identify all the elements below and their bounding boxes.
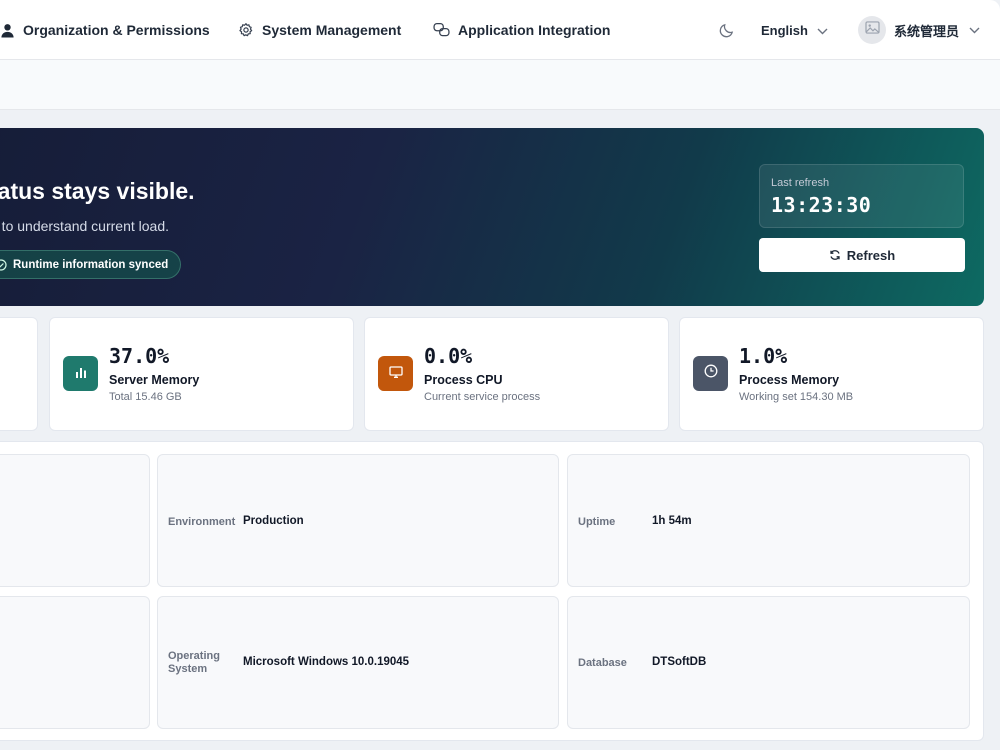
metric-title: Process CPU bbox=[424, 373, 503, 387]
metric-card-process-memory: 1.0% Process Memory Working set 154.30 M… bbox=[679, 317, 984, 431]
refresh-button[interactable]: Refresh bbox=[759, 238, 965, 272]
info-cell bbox=[0, 596, 150, 729]
language-label: English bbox=[761, 22, 808, 38]
info-value: Production bbox=[243, 515, 304, 527]
metric-tile bbox=[378, 356, 413, 391]
info-cell-environment: Environment Production bbox=[157, 454, 559, 587]
info-label: Operating System bbox=[168, 650, 220, 675]
refresh-icon bbox=[829, 249, 841, 261]
metric-card-process-cpu: 0.0% Process CPU Current service process bbox=[364, 317, 669, 431]
nav-item-label: Organization & Permissions bbox=[23, 22, 210, 38]
last-refresh-panel: Last refresh 13:23:30 bbox=[759, 164, 964, 228]
info-value: 1h 54m bbox=[652, 515, 692, 527]
nav-item-label: System Management bbox=[262, 22, 402, 38]
sync-status-badge: Runtime information synced bbox=[0, 250, 182, 279]
metric-title: Server Memory bbox=[109, 373, 200, 387]
refresh-label: Refresh bbox=[846, 247, 896, 263]
chevron-down-icon bbox=[969, 21, 980, 39]
clock-icon bbox=[704, 364, 718, 383]
user-icon bbox=[0, 23, 15, 38]
language-selector[interactable]: English bbox=[761, 0, 828, 60]
user-menu[interactable]: 系统管理员 bbox=[858, 0, 980, 60]
bar-chart-icon bbox=[75, 365, 87, 383]
info-cell-operating-system: Operating System Microsoft Windows 10.0.… bbox=[157, 596, 559, 729]
hero-subtitle: e to understand current load. bbox=[0, 218, 170, 234]
check-circle-icon bbox=[0, 258, 7, 271]
hero-banner: tatus stays visible. e to understand cur… bbox=[0, 128, 984, 306]
moon-icon bbox=[718, 23, 735, 43]
last-refresh-time: 13:23:30 bbox=[771, 193, 872, 217]
metric-value: 1.0% bbox=[739, 344, 788, 368]
chevron-down-icon bbox=[817, 23, 828, 38]
image-placeholder-icon bbox=[864, 21, 880, 39]
nav-item-organization-permissions[interactable]: Organization & Permissions bbox=[0, 0, 210, 60]
metric-description: Current service process bbox=[424, 391, 541, 403]
info-value: DTSoftDB bbox=[652, 656, 707, 668]
theme-toggle[interactable] bbox=[718, 22, 735, 44]
info-label: Environment bbox=[168, 516, 236, 528]
metric-tile bbox=[63, 356, 98, 391]
link-icon bbox=[433, 22, 450, 38]
nav-item-system-management[interactable]: System Management bbox=[238, 0, 401, 60]
metric-description: Total 15.46 GB bbox=[109, 391, 182, 403]
top-navigation: Organization & Permissions System Manage… bbox=[0, 0, 1000, 60]
gear-icon bbox=[238, 22, 254, 38]
metric-card bbox=[0, 317, 38, 431]
last-refresh-label: Last refresh bbox=[771, 177, 830, 189]
info-label: Database bbox=[578, 657, 627, 669]
user-name: 系统管理员 bbox=[894, 23, 960, 39]
avatar bbox=[858, 16, 886, 44]
monitor-icon bbox=[388, 365, 403, 383]
metric-card-server-memory: 37.0% Server Memory Total 15.46 GB bbox=[49, 317, 354, 431]
info-cell-database: Database DTSoftDB bbox=[567, 596, 970, 729]
info-value: Microsoft Windows 10.0.19045 bbox=[243, 656, 410, 668]
metric-value: 37.0% bbox=[109, 344, 170, 368]
info-cell bbox=[0, 454, 150, 587]
info-cell-uptime: Uptime 1h 54m bbox=[567, 454, 970, 587]
metric-value: 0.0% bbox=[424, 344, 473, 368]
info-label: Uptime bbox=[578, 516, 616, 528]
hero-title: tatus stays visible. bbox=[0, 178, 195, 204]
nav-item-label: Application Integration bbox=[458, 22, 611, 38]
metric-title: Process Memory bbox=[739, 373, 840, 387]
metric-tile bbox=[693, 356, 728, 391]
nav-item-application-integration[interactable]: Application Integration bbox=[433, 0, 610, 60]
metric-description: Working set 154.30 MB bbox=[739, 391, 854, 403]
sub-header-bar bbox=[0, 60, 1000, 110]
sync-status-label: Runtime information synced bbox=[13, 258, 169, 271]
